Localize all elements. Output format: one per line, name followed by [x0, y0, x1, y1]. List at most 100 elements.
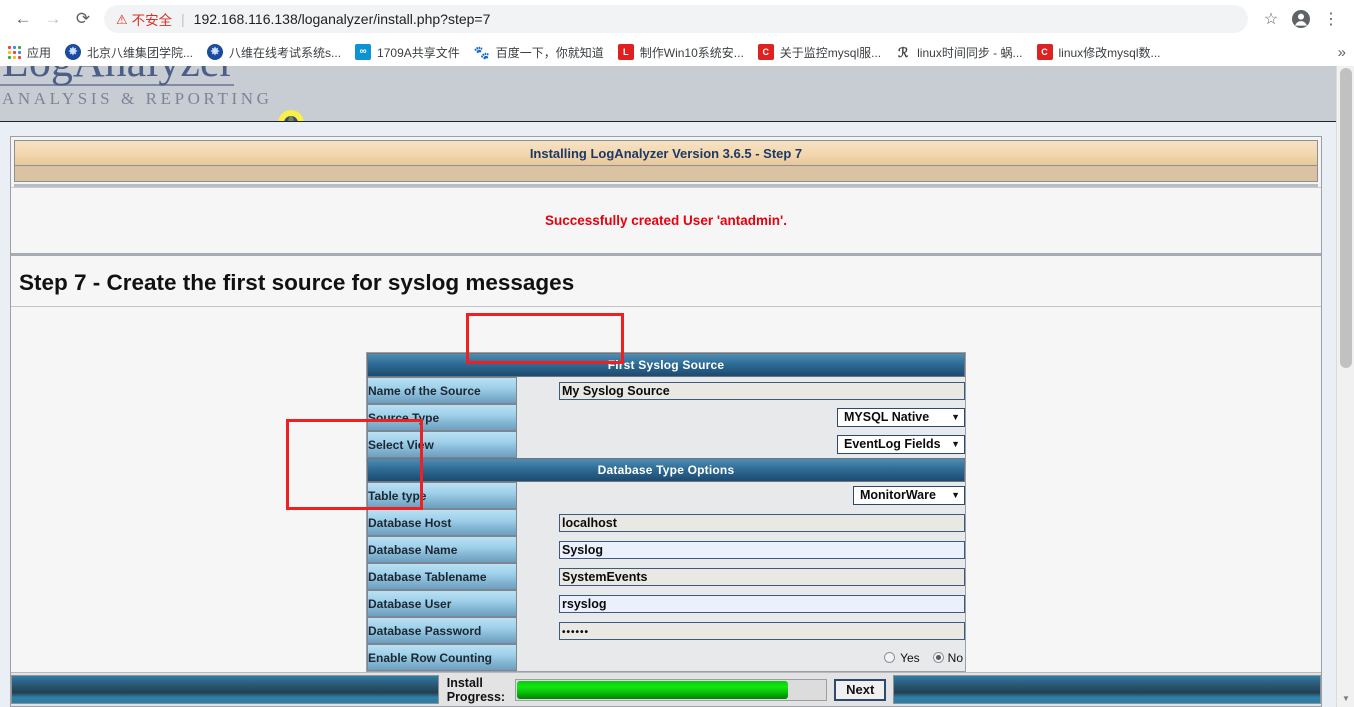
database-name-input[interactable]: Syslog [559, 540, 965, 559]
bookmark-baidu[interactable]: 🐾 百度一下，你就知道 [474, 44, 604, 61]
logo-title: LogAnalyzer [0, 66, 235, 86]
step-heading-area: Step 7 - Create the first source for sys… [11, 256, 1321, 307]
database-tablename-input[interactable]: SystemEvents [559, 567, 965, 586]
label-database-password: Database Password [367, 617, 517, 645]
forward-arrow-icon[interactable]: → [38, 4, 68, 34]
label-database-user: Database User [367, 590, 517, 618]
reload-icon[interactable]: ⟳ [68, 4, 98, 34]
three-dot-menu-icon[interactable]: ⋮ [1316, 4, 1346, 34]
page-title: Step 7 - Create the first source for sys… [19, 270, 575, 295]
label-select-view: Select View [367, 431, 517, 459]
progress-label-line2: Progress: [446, 689, 506, 704]
chevron-down-icon: ▼ [951, 490, 960, 501]
label-database-host: Database Host [367, 509, 517, 537]
bookmark-label: 百度一下，你就知道 [495, 45, 604, 60]
spacer-cell [517, 404, 812, 432]
table-row: Database Name Syslog [367, 536, 965, 564]
label-database-name: Database Name [367, 536, 517, 564]
scrollbar-thumb[interactable] [1340, 68, 1352, 368]
field-cell: •••••• [559, 617, 965, 645]
footer-controls: Install Progress: Next [438, 673, 894, 706]
table-row: Database Host localhost [367, 509, 965, 537]
spacer-cell [517, 590, 559, 618]
site-header: LogAnalyzer ANALYSIS & REPORTING [0, 66, 1336, 122]
label-name-of-source: Name of the Source [367, 377, 517, 405]
bookmark-win10-install[interactable]: L 制作Win10系统安... [617, 44, 744, 61]
field-cell: EventLog Fields ▼ [812, 431, 965, 459]
bookmark-label: 关于监控mysql服... [779, 45, 882, 60]
bookmark-label: linux时间同步 - 蜗... [917, 45, 1023, 60]
bookmark-label: 1709A共享文件 [377, 45, 460, 60]
footer-bar-right [893, 675, 1322, 704]
source-type-value: MYSQL Native [844, 410, 930, 425]
field-cell: rsyslog [559, 590, 965, 618]
select-view-select[interactable]: EventLog Fields ▼ [837, 435, 965, 455]
field-cell: SystemEvents [559, 563, 965, 591]
bookmark-apps[interactable]: 应用 [8, 44, 51, 61]
spacer-cell [517, 536, 559, 564]
radio-no[interactable] [932, 652, 944, 663]
section-title-database-type-options: Database Type Options [367, 458, 965, 483]
field-cell: Yes No [812, 644, 965, 671]
source-type-select[interactable]: MYSQL Native ▼ [837, 408, 965, 428]
site-logo: LogAnalyzer ANALYSIS & REPORTING [0, 66, 272, 109]
label-database-tablename: Database Tablename [367, 563, 517, 591]
not-secure-warning-icon: ⚠ [116, 11, 128, 27]
section-title-first-syslog-source: First Syslog Source [367, 353, 965, 378]
back-arrow-icon[interactable]: ← [8, 4, 38, 34]
radio-yes[interactable] [884, 652, 896, 663]
installer-title-bar-filler [14, 166, 1318, 182]
database-host-input[interactable]: localhost [559, 513, 965, 532]
install-progress-fill [517, 680, 789, 699]
bookmark-label: 制作Win10系统安... [639, 45, 744, 60]
csdn-c-icon: C [757, 44, 774, 60]
bookmark-mysql-monitor[interactable]: C 关于监控mysql服... [757, 44, 882, 61]
form-region: First Syslog Source Name of the Source M… [11, 307, 1321, 672]
installer-title-bar: Installing LogAnalyzer Version 3.6.5 - S… [14, 140, 1318, 166]
omnibox-divider: | [181, 11, 185, 27]
globe-icon: ✸ [65, 44, 82, 60]
status-message-area: Successfully created User 'antadmin'. [11, 187, 1321, 253]
source-name-input[interactable]: My Syslog Source [559, 381, 965, 400]
vertical-scrollbar[interactable]: ▲ ▼ [1336, 66, 1354, 707]
table-row: Database User rsyslog [367, 590, 965, 618]
bookmark-label: linux修改mysql数... [1058, 45, 1161, 60]
scroll-down-arrow-icon[interactable]: ▼ [1337, 690, 1354, 707]
install-progress-bar [515, 678, 828, 701]
database-password-input[interactable]: •••••• [559, 621, 965, 640]
table-type-select[interactable]: MonitorWare ▼ [853, 486, 965, 506]
chevron-double-right-icon[interactable]: » [1338, 44, 1346, 61]
bookmark-label: 八维在线考试系统s... [229, 45, 342, 60]
table-row: Name of the Source My Syslog Source [367, 377, 965, 405]
logo-subtitle: ANALYSIS & REPORTING [2, 89, 273, 108]
bookmark-label: 北京八维集团学院... [87, 45, 194, 60]
installer-content: Installing LogAnalyzer Version 3.6.5 - S… [0, 122, 1336, 707]
database-user-input[interactable]: rsyslog [559, 594, 965, 613]
profile-avatar-icon[interactable] [1286, 4, 1316, 34]
bookmark-linux-mysql-edit[interactable]: C linux修改mysql数... [1036, 44, 1161, 61]
bookmark-linux-time-sync[interactable]: ℛ linux时间同步 - 蜗... [895, 44, 1023, 61]
bookmark-bawei-exam[interactable]: ✸ 八维在线考试系统s... [207, 44, 341, 61]
bookmark-1709a-share[interactable]: ∞ 1709A共享文件 [355, 44, 460, 61]
field-cell: Syslog [559, 536, 965, 564]
bookmark-beijing-bawei[interactable]: ✸ 北京八维集团学院... [65, 44, 193, 61]
installer-title: Installing LogAnalyzer Version 3.6.5 - S… [529, 145, 803, 161]
row-counting-radio-group: Yes No [812, 651, 965, 665]
address-bar[interactable]: ⚠ 不安全 | 192.168.116.138/loganalyzer/inst… [104, 5, 1248, 33]
label-table-type: Table type [367, 482, 517, 510]
next-button[interactable]: Next [834, 678, 887, 701]
install-progress-label: Install Progress: [439, 676, 515, 704]
progress-label-line1: Install [446, 675, 483, 690]
browser-chrome: ← → ⟳ ⚠ 不安全 | 192.168.116.138/loganalyze… [0, 0, 1354, 66]
bookmark-star-icon[interactable]: ☆ [1256, 4, 1286, 34]
bookmark-label: 应用 [27, 45, 52, 60]
csdn-c-icon: C [1036, 44, 1053, 60]
chevron-down-icon: ▼ [951, 439, 960, 450]
spacer-cell [517, 482, 812, 510]
spacer-cell [517, 377, 559, 405]
radio-yes-label: Yes [900, 650, 920, 665]
spacer-cell [517, 563, 559, 591]
l-red-icon: L [617, 44, 634, 60]
table-row: Enable Row Counting Yes No [367, 644, 965, 671]
bookmarks-bar: 应用 ✸ 北京八维集团学院... ✸ 八维在线考试系统s... ∞ 1709A共… [0, 38, 1354, 66]
